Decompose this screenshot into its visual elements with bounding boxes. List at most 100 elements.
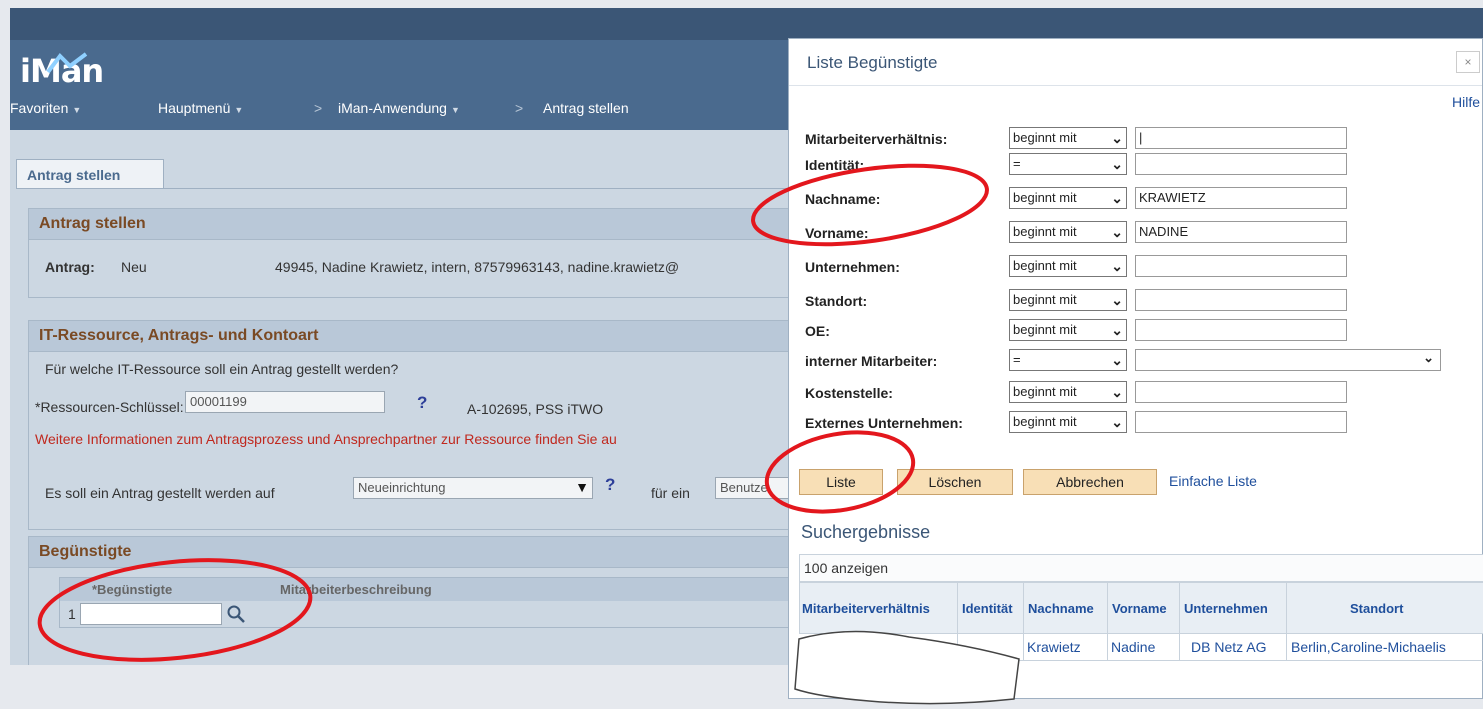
col-beguenstigte: *Begünstigte <box>92 582 173 597</box>
operator-select-vorname[interactable]: beginnt mit ⌄ <box>1009 221 1127 243</box>
input-identitaet[interactable] <box>1135 153 1347 175</box>
label-oe: OE: <box>805 323 830 339</box>
label-identitaet: Identität: <box>805 157 865 173</box>
dialog-title-divider <box>789 85 1482 86</box>
operator-select-mitarbeiterverhaeltnis[interactable]: beginnt mit ⌄ <box>1009 127 1127 149</box>
col-nachname[interactable]: Nachname <box>1028 601 1094 616</box>
label-standort: Standort: <box>805 293 868 309</box>
operator-value: beginnt mit <box>1013 384 1077 399</box>
chevron-down-icon: ⌄ <box>1111 130 1123 146</box>
antrag-info: 49945, Nadine Krawietz, intern, 87579963… <box>275 259 680 275</box>
dialog-title: Liste Begünstigte <box>807 53 938 72</box>
nav-hauptmenu[interactable]: Hauptmenü ▼ <box>158 100 243 116</box>
antrag-type-label: Es soll ein Antrag gestellt werden auf <box>45 485 275 501</box>
chevron-down-icon: ⌄ <box>1111 384 1123 400</box>
nav-antrag-stellen[interactable]: Antrag stellen <box>543 100 629 116</box>
chevron-down-icon: ⌄ <box>1111 156 1123 172</box>
cell-unternehmen[interactable]: DB Netz AG <box>1191 639 1266 655</box>
input-externes-unternehmen[interactable] <box>1135 411 1347 433</box>
abbrechen-button[interactable]: Abbrechen <box>1023 469 1157 495</box>
label-nachname: Nachname: <box>805 191 881 207</box>
results-count[interactable]: 100 anzeigen <box>799 554 1483 582</box>
operator-select-kostenstelle[interactable]: beginnt mit ⌄ <box>1009 381 1127 403</box>
help-icon[interactable]: ? <box>605 475 615 495</box>
operator-value: beginnt mit <box>1013 414 1077 429</box>
info-text: Weitere Informationen zum Antragsprozess… <box>35 431 617 447</box>
input-vorname[interactable]: NADINE <box>1135 221 1347 243</box>
operator-select-interner-mitarbeiter[interactable]: = ⌄ <box>1009 349 1127 371</box>
label-interner-mitarbeiter: interner Mitarbeiter: <box>805 353 938 369</box>
input-unternehmen[interactable] <box>1135 255 1347 277</box>
operator-value: beginnt mit <box>1013 130 1077 145</box>
einfache-liste-link[interactable]: Einfache Liste <box>1169 473 1257 489</box>
operator-select-unternehmen[interactable]: beginnt mit ⌄ <box>1009 255 1127 277</box>
label-kostenstelle: Kostenstelle: <box>805 385 893 401</box>
col-identitaet[interactable]: Identität <box>962 601 1013 616</box>
chevron-down-icon: ⌄ <box>1111 414 1123 430</box>
fuer-ein-label: für ein <box>651 485 690 501</box>
col-mitarbeiterbeschreibung: Mitarbeiterbeschreibung <box>280 582 432 597</box>
search-icon[interactable] <box>226 604 246 624</box>
input-standort[interactable] <box>1135 289 1347 311</box>
col-standort[interactable]: Standort <box>1350 601 1403 616</box>
close-icon[interactable]: × <box>1456 51 1480 73</box>
operator-value: = <box>1013 156 1021 171</box>
liste-button[interactable]: Liste <box>799 469 883 495</box>
beguenstigte-input[interactable] <box>80 603 222 625</box>
input-oe[interactable] <box>1135 319 1347 341</box>
nav-favoriten[interactable]: Favoriten ▼ <box>10 100 81 116</box>
liste-beguenstigte-dialog: Liste Begünstigte × Hilfe Mitarbeiterver… <box>788 38 1483 705</box>
label-unternehmen: Unternehmen: <box>805 259 900 275</box>
chevron-down-icon: ⌄ <box>1111 322 1123 338</box>
row-number: 1 <box>68 606 76 622</box>
antrag-status: Neu <box>121 259 147 275</box>
chevron-down-icon: ▼ <box>575 479 589 495</box>
antrag-label: Antrag: <box>45 259 95 275</box>
cell-nachname[interactable]: Krawietz <box>1027 639 1081 655</box>
operator-value: beginnt mit <box>1013 190 1077 205</box>
resource-description: A-102695, PSS iTWO <box>467 401 604 417</box>
chevron-down-icon: ⌄ <box>1111 292 1123 308</box>
logo-swoosh-icon <box>46 52 88 74</box>
breadcrumb-separator: > <box>314 100 323 116</box>
top-band <box>10 8 1483 40</box>
cell-standort[interactable]: Berlin,Caroline-Michaelis <box>1291 639 1446 655</box>
input-mitarbeiterverhaeltnis[interactable]: | <box>1135 127 1347 149</box>
help-icon[interactable]: ? <box>417 393 427 413</box>
iman-logo[interactable]: iMan <box>16 50 156 90</box>
chevron-down-icon: ⌄ <box>1111 352 1123 368</box>
label-mitarbeiterverhaeltnis: Mitarbeiterverhältnis: <box>805 131 948 147</box>
operator-select-identitaet[interactable]: = ⌄ <box>1009 153 1127 175</box>
operator-select-standort[interactable]: beginnt mit ⌄ <box>1009 289 1127 311</box>
input-interner-mitarbeiter[interactable]: ⌄ <box>1135 349 1441 371</box>
operator-select-nachname[interactable]: beginnt mit ⌄ <box>1009 187 1127 209</box>
redaction-patch <box>794 630 1020 705</box>
operator-value: beginnt mit <box>1013 258 1077 273</box>
chevron-down-icon: ⌄ <box>1111 190 1123 206</box>
operator-value: beginnt mit <box>1013 322 1077 337</box>
col-mitarbeiterverhaeltnis[interactable]: Mitarbeiterverhältnis <box>802 601 930 616</box>
label-externes-unternehmen: Externes Unternehmen: <box>805 415 963 431</box>
chevron-down-icon: ⌄ <box>1111 258 1123 274</box>
it-question: Für welche IT-Ressource soll ein Antrag … <box>45 361 399 377</box>
loeschen-button[interactable]: Löschen <box>897 469 1013 495</box>
operator-value: beginnt mit <box>1013 224 1077 239</box>
input-kostenstelle[interactable] <box>1135 381 1347 403</box>
operator-value: = <box>1013 352 1021 367</box>
tab-antrag-stellen[interactable]: Antrag stellen <box>16 159 164 189</box>
col-unternehmen[interactable]: Unternehmen <box>1184 601 1268 616</box>
nav-iman-anwendung[interactable]: iMan-Anwendung ▼ <box>338 100 460 116</box>
chevron-down-icon: ⌄ <box>1423 350 1434 365</box>
ressourcen-schluessel-label: *Ressourcen-Schlüssel: <box>35 399 184 415</box>
results-title: Suchergebnisse <box>801 522 931 542</box>
operator-value: beginnt mit <box>1013 292 1077 307</box>
label-vorname: Vorname: <box>805 225 869 241</box>
operator-select-oe[interactable]: beginnt mit ⌄ <box>1009 319 1127 341</box>
antrag-type-select[interactable]: Neueinrichtung ▼ <box>353 477 593 499</box>
input-nachname[interactable]: KRAWIETZ <box>1135 187 1347 209</box>
cell-vorname[interactable]: Nadine <box>1111 639 1155 655</box>
ressourcen-schluessel-input[interactable]: 00001199 <box>185 391 385 413</box>
hilfe-link[interactable]: Hilfe <box>1452 94 1480 110</box>
col-vorname[interactable]: Vorname <box>1112 601 1167 616</box>
operator-select-externes-unternehmen[interactable]: beginnt mit ⌄ <box>1009 411 1127 433</box>
